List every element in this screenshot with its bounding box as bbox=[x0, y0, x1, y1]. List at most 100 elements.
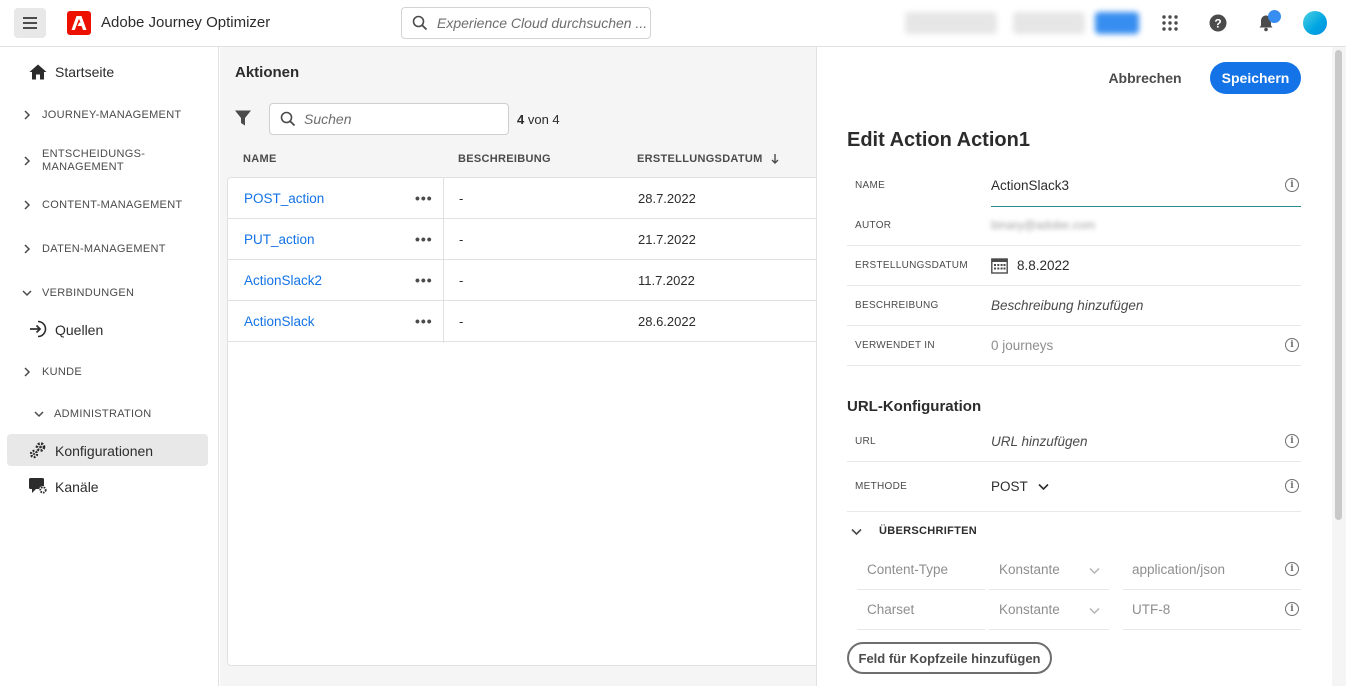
sort-arrow-down-icon bbox=[771, 154, 779, 164]
info-icon[interactable]: i bbox=[1285, 562, 1299, 576]
chevron-right-icon bbox=[22, 200, 32, 210]
used-in-value: 0 journeys bbox=[991, 338, 1054, 353]
sidebar-section-customer[interactable]: KUNDE bbox=[0, 362, 219, 382]
action-name-link[interactable]: ActionSlack2 bbox=[244, 273, 322, 288]
scroll-thumb[interactable] bbox=[1335, 50, 1342, 520]
sidebar-section-label: VERBINDUNGEN bbox=[42, 287, 135, 299]
table-row[interactable]: ActionSlack2 ••• - 11.7.2022 bbox=[228, 260, 817, 301]
chevron-right-icon bbox=[22, 244, 32, 254]
divider bbox=[857, 629, 985, 630]
more-options-icon[interactable]: ••• bbox=[415, 231, 433, 247]
panel-scrollbar[interactable] bbox=[1332, 47, 1346, 686]
sidebar-item-channels[interactable]: Kanäle bbox=[0, 475, 219, 497]
table-row[interactable]: PUT_action ••• - 21.7.2022 bbox=[228, 219, 817, 260]
edit-action-panel: Abbrechen Speichern Edit Action Action1 … bbox=[816, 47, 1346, 686]
description-label: BESCHREIBUNG bbox=[855, 300, 939, 311]
column-header-description[interactable]: BESCHREIBUNG bbox=[458, 153, 551, 165]
info-icon[interactable]: i bbox=[1285, 602, 1299, 616]
description-input[interactable]: Beschreibung hinzufügen bbox=[991, 298, 1143, 313]
sidebar-section-content-management[interactable]: CONTENT-MANAGEMENT bbox=[0, 195, 219, 215]
org-switcher[interactable] bbox=[905, 12, 997, 34]
sidebar-section-journey-management[interactable]: JOURNEY-MANAGEMENT bbox=[0, 105, 219, 125]
info-icon[interactable]: i bbox=[1285, 479, 1299, 493]
name-input[interactable]: ActionSlack3 bbox=[991, 178, 1069, 193]
cancel-button[interactable]: Abbrechen bbox=[1105, 63, 1185, 93]
chevron-down-icon bbox=[34, 409, 44, 419]
filter-icon[interactable] bbox=[234, 109, 252, 130]
result-count-total: von 4 bbox=[524, 112, 560, 127]
channels-icon bbox=[28, 476, 48, 496]
sidebar-item-sources[interactable]: Quellen bbox=[0, 318, 219, 340]
help-icon[interactable]: ? bbox=[1207, 12, 1229, 34]
header-type-select[interactable]: Konstante bbox=[999, 602, 1060, 617]
sidebar-section-label: CONTENT-MANAGEMENT bbox=[42, 199, 183, 211]
method-field-row: METHODE POST i bbox=[847, 467, 1301, 512]
sidebar-section-data-management[interactable]: DATEN-MANAGEMENT bbox=[0, 239, 219, 259]
apps-grid-icon[interactable] bbox=[1159, 12, 1181, 34]
global-search-input[interactable]: Experience Cloud durchsuchen ... bbox=[401, 7, 651, 39]
save-button[interactable]: Speichern bbox=[1210, 62, 1301, 94]
headers-title: ÜBERSCHRIFTEN bbox=[879, 525, 978, 537]
header-key-input[interactable]: Charset bbox=[867, 602, 914, 617]
used-in-field-row: VERWENDET IN 0 journeys i bbox=[847, 326, 1301, 366]
created-value: 8.8.2022 bbox=[1017, 258, 1070, 273]
author-label: AUTOR bbox=[855, 220, 892, 231]
sidebar-item-sources-label: Quellen bbox=[55, 322, 104, 338]
search-icon bbox=[412, 15, 428, 31]
panel-title: Edit Action Action1 bbox=[847, 129, 1030, 151]
top-bar: Adobe Journey Optimizer Experience Cloud… bbox=[0, 0, 1346, 47]
url-label: URL bbox=[855, 436, 876, 447]
home-icon bbox=[28, 62, 48, 82]
divider bbox=[989, 629, 1109, 630]
column-header-created[interactable]: ERSTELLUNGSDATUM bbox=[637, 153, 779, 165]
more-options-icon[interactable]: ••• bbox=[415, 272, 433, 288]
sidebar-section-administration[interactable]: ADMINISTRATION bbox=[0, 404, 219, 424]
headers-section-toggle[interactable]: ÜBERSCHRIFTEN bbox=[847, 519, 1301, 547]
name-label: NAME bbox=[855, 180, 886, 191]
action-name-link[interactable]: PUT_action bbox=[244, 232, 315, 247]
header-row: Charset Konstante UTF-8 i bbox=[847, 590, 1301, 630]
table-row[interactable]: POST_action ••• - 28.7.2022 bbox=[228, 178, 817, 219]
header-row: Content-Type Konstante application/json … bbox=[847, 550, 1301, 590]
avatar[interactable] bbox=[1303, 11, 1327, 35]
action-date: 21.7.2022 bbox=[638, 232, 696, 247]
info-icon[interactable]: i bbox=[1285, 178, 1299, 192]
action-date: 11.7.2022 bbox=[638, 273, 695, 288]
sidebar-item-configurations[interactable]: Konfigurationen bbox=[0, 439, 219, 461]
sidebar-section-decision-management[interactable]: ENTSCHEIDUNGS- MANAGEMENT bbox=[0, 145, 219, 177]
sidebar-item-home[interactable]: Startseite bbox=[0, 61, 219, 83]
table-row[interactable]: ActionSlack ••• - 28.6.2022 bbox=[228, 301, 817, 342]
sandbox-switcher[interactable] bbox=[1013, 12, 1085, 34]
method-select-value: POST bbox=[991, 479, 1028, 494]
actions-list-area: Aktionen Suchen 4 von 4 NAME BESCHREIBUN… bbox=[220, 47, 817, 686]
author-field-row: AUTOR binary@adobe.com bbox=[847, 206, 1301, 246]
action-name-link[interactable]: POST_action bbox=[244, 191, 324, 206]
header-key-input[interactable]: Content-Type bbox=[867, 562, 948, 577]
divider bbox=[1123, 629, 1301, 630]
list-search-input[interactable]: Suchen bbox=[269, 103, 509, 135]
method-select[interactable]: POST bbox=[991, 479, 1049, 494]
action-date: 28.6.2022 bbox=[638, 314, 696, 329]
menu-icon[interactable] bbox=[14, 8, 46, 38]
header-type-select[interactable]: Konstante bbox=[999, 562, 1060, 577]
column-header-name[interactable]: NAME bbox=[243, 153, 277, 165]
info-icon[interactable]: i bbox=[1285, 338, 1299, 352]
url-input[interactable]: URL hinzufügen bbox=[991, 434, 1088, 449]
more-options-icon[interactable]: ••• bbox=[415, 190, 433, 206]
header-value-input[interactable]: UTF-8 bbox=[1132, 602, 1170, 617]
add-header-field-button[interactable]: Feld für Kopfzeile hinzufügen bbox=[847, 642, 1052, 674]
sidebar-section-connections[interactable]: VERBINDUNGEN bbox=[0, 283, 219, 303]
chevron-right-icon bbox=[22, 367, 32, 377]
chevron-down-icon bbox=[1089, 567, 1100, 575]
chevron-right-icon bbox=[22, 110, 32, 120]
header-value-input[interactable]: application/json bbox=[1132, 562, 1225, 577]
sidebar-section-label: DATEN-MANAGEMENT bbox=[42, 243, 166, 255]
info-icon[interactable]: i bbox=[1285, 434, 1299, 448]
actions-table: POST_action ••• - 28.7.2022 PUT_action •… bbox=[227, 177, 817, 666]
chevron-down-icon bbox=[851, 528, 862, 536]
sidebar-item-home-label: Startseite bbox=[55, 64, 115, 80]
adobe-logo-icon[interactable] bbox=[67, 11, 91, 35]
action-name-link[interactable]: ActionSlack bbox=[244, 314, 315, 329]
blurred-badge[interactable] bbox=[1095, 12, 1139, 34]
more-options-icon[interactable]: ••• bbox=[415, 313, 433, 329]
